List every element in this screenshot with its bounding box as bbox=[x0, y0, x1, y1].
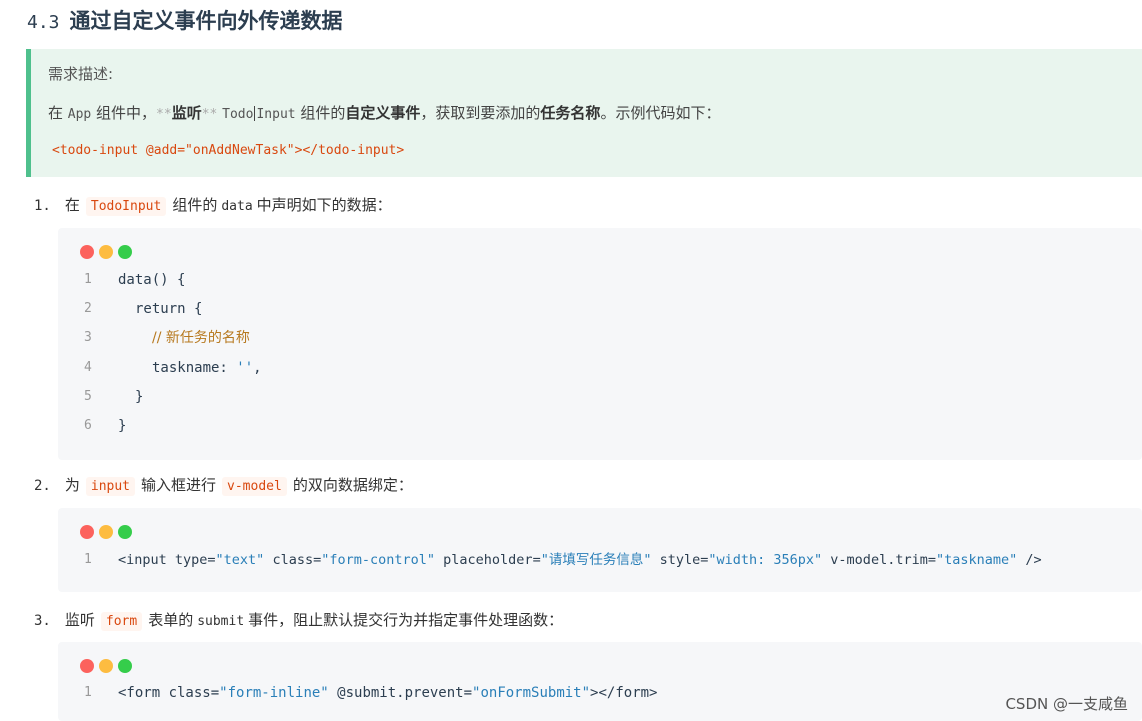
code-attr: class= bbox=[168, 685, 220, 701]
yellow-dot-icon bbox=[99, 245, 113, 259]
inline-code-pill: v-model bbox=[222, 477, 287, 496]
code-string: "form-control" bbox=[321, 552, 436, 568]
inline-code: data bbox=[221, 199, 253, 214]
code-attr: placeholder= bbox=[435, 552, 541, 568]
step-text: 监听 bbox=[64, 611, 95, 629]
red-dot-icon bbox=[80, 525, 94, 539]
todo-code: Input bbox=[256, 107, 296, 122]
code-string: "taskname" bbox=[935, 552, 1018, 568]
code-attr: style= bbox=[651, 552, 709, 568]
todo-code: Todo bbox=[222, 107, 254, 122]
inline-code-pill: TodoInput bbox=[85, 197, 167, 216]
desc-text: 组件的 bbox=[295, 104, 346, 122]
desc-text: 在 bbox=[48, 104, 68, 122]
code-block-3: 1 <form class="form-inline" @submit.prev… bbox=[58, 642, 1142, 721]
step-2: 2. 为 input 输入框进行 v-model 的双向数据绑定： bbox=[34, 474, 413, 496]
window-dots bbox=[80, 524, 137, 539]
listen-bold: 监听 bbox=[171, 104, 202, 122]
code-attr: @submit.prevent= bbox=[328, 685, 473, 701]
red-dot-icon bbox=[80, 245, 94, 259]
callout-example-code: <todo-input @add="onAddNewTask"></todo-i… bbox=[52, 143, 405, 158]
callout-label: 需求描述: bbox=[48, 65, 114, 83]
code-attr: class= bbox=[264, 552, 322, 568]
green-dot-icon bbox=[118, 245, 132, 259]
line-number: 1 bbox=[84, 272, 92, 287]
line-number: 1 bbox=[84, 552, 92, 567]
code-tag: <form bbox=[118, 685, 169, 701]
red-dot-icon bbox=[80, 659, 94, 673]
code-string: "onFormSubmit" bbox=[472, 685, 591, 701]
step-text: 在 bbox=[64, 196, 80, 214]
step-number: 3. bbox=[34, 613, 51, 629]
window-dots bbox=[80, 244, 137, 259]
code-text: return { bbox=[135, 301, 203, 317]
desc-text: ，获取到要添加的 bbox=[420, 104, 541, 122]
requirement-callout: 需求描述: 在 App 组件中，**监听** Todo Input 组件的自定义事… bbox=[26, 49, 1142, 177]
section-title: 通过自定义事件向外传递数据 bbox=[69, 9, 343, 33]
code-comment: // 新任务的名称 bbox=[152, 330, 250, 346]
code-text: } bbox=[118, 418, 127, 434]
code-text: data() { bbox=[118, 272, 186, 288]
code-block-1: 1 data() { 2 return { 3 // 新任务的名称 4 taskname… bbox=[58, 228, 1142, 460]
code-string: "请填写任务信息" bbox=[540, 552, 652, 568]
step-text: 表单的 bbox=[148, 611, 194, 629]
step-text: 的双向数据绑定： bbox=[292, 476, 413, 494]
code-string: '' bbox=[236, 360, 254, 376]
code-tag: ></form> bbox=[590, 685, 658, 701]
code-string: "form-inline" bbox=[219, 685, 329, 701]
step-3: 3. 监听 form 表单的 submit 事件，阻止默认提交行为并指定事件处理函数： bbox=[34, 609, 564, 631]
section-number: 4.3 bbox=[27, 12, 60, 33]
green-dot-icon bbox=[118, 659, 132, 673]
custom-event-bold: 自定义事件 bbox=[345, 104, 421, 122]
line-number: 3 bbox=[84, 330, 92, 345]
line-number: 4 bbox=[84, 360, 92, 375]
step-text: 事件，阻止默认提交行为并指定事件处理函数： bbox=[248, 611, 564, 629]
line-number: 6 bbox=[84, 418, 92, 433]
code-text: } bbox=[135, 389, 144, 405]
step-number: 2. bbox=[34, 478, 51, 494]
step-text: 为 bbox=[64, 476, 80, 494]
markdown-stars: ** bbox=[156, 107, 172, 122]
code-attr: v-model.trim= bbox=[822, 552, 936, 568]
markdown-stars: ** bbox=[201, 107, 218, 122]
code-attr: type= bbox=[174, 552, 216, 568]
line-number: 1 bbox=[84, 685, 92, 700]
csdn-watermark: CSDN @一支咸鱼 bbox=[1005, 695, 1128, 713]
code-string: "width: 356px" bbox=[708, 552, 823, 568]
section-heading: 4.3 通过自定义事件向外传递数据 bbox=[27, 6, 343, 36]
line-number: 2 bbox=[84, 301, 92, 316]
line-number: 5 bbox=[84, 389, 92, 404]
code-punct: , bbox=[253, 360, 262, 376]
window-dots bbox=[80, 658, 137, 673]
yellow-dot-icon bbox=[99, 525, 113, 539]
green-dot-icon bbox=[118, 525, 132, 539]
code-tag: /> bbox=[1017, 552, 1042, 568]
app-code: App bbox=[67, 107, 92, 122]
code-block-2: 1 <input type="text" class="form-control… bbox=[58, 508, 1142, 592]
desc-text: 组件中， bbox=[91, 104, 157, 122]
step-text: 输入框进行 bbox=[141, 476, 217, 494]
code-key: taskname: bbox=[152, 360, 237, 376]
step-1: 1. 在 TodoInput 组件的 data 中声明如下的数据： bbox=[34, 194, 392, 216]
yellow-dot-icon bbox=[99, 659, 113, 673]
callout-description: 在 App 组件中，**监听** Todo Input 组件的自定义事件，获取到要… bbox=[48, 102, 720, 123]
desc-text: 。示例代码如下： bbox=[600, 104, 721, 122]
task-name-bold: 任务名称 bbox=[540, 104, 601, 122]
step-number: 1. bbox=[34, 198, 51, 214]
step-text: 中声明如下的数据： bbox=[256, 196, 392, 214]
code-tag: <input bbox=[118, 552, 175, 568]
code-string: "text" bbox=[215, 552, 265, 568]
inline-code-pill: form bbox=[100, 612, 143, 631]
step-text: 组件的 bbox=[172, 196, 218, 214]
inline-code-pill: input bbox=[85, 477, 136, 496]
inline-code: submit bbox=[197, 614, 245, 629]
